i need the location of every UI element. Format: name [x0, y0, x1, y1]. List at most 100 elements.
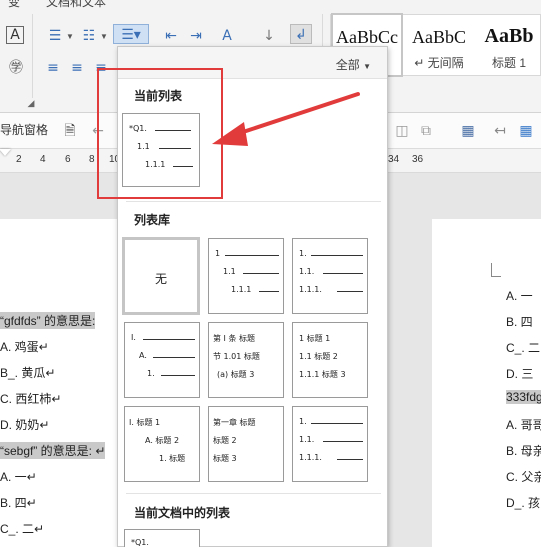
- tile-line: 第一章 标题: [213, 418, 256, 427]
- tile-rule: [311, 423, 363, 424]
- tile-line: 1.1.1.: [299, 285, 322, 294]
- doc-line[interactable]: D. 奶奶↵: [0, 416, 49, 433]
- grid-icon[interactable]: ▦: [516, 121, 536, 141]
- doc-line[interactable]: B. 四: [506, 313, 533, 330]
- doc-lists-title: 当前文档中的列表: [134, 506, 231, 520]
- doc-line[interactable]: “gfdfds” 的意思是:: [0, 312, 96, 329]
- list-tile[interactable]: 1. 1.1. 1.1.1.: [292, 406, 368, 482]
- show-marks-icon[interactable]: ↲: [290, 24, 312, 44]
- indent-marker[interactable]: [0, 149, 11, 156]
- shape-icon[interactable]: ◫: [392, 121, 412, 141]
- tile-line: 1.1 标题 2: [299, 352, 338, 361]
- char-border-icon[interactable]: A: [6, 26, 24, 44]
- tile-line: 节 1.01 标题: [213, 352, 260, 361]
- style-heading-1[interactable]: AaBb 标题 1: [477, 15, 541, 75]
- tab-fragment[interactable]: 变: [8, 0, 20, 10]
- align-left-icon[interactable]: ≡: [42, 58, 64, 78]
- increase-indent-icon[interactable]: ⇥: [185, 26, 207, 46]
- tile-rule: [259, 291, 279, 292]
- ruler-tick: 4: [40, 154, 46, 165]
- tile-rule: [311, 255, 363, 256]
- section-divider: [126, 201, 381, 202]
- ruler-tick: 6: [65, 154, 71, 165]
- list-tile[interactable]: I. A. 1.: [124, 322, 200, 398]
- decrease-indent-icon[interactable]: ⇤: [160, 26, 182, 46]
- doc-line[interactable]: “sebgf” 的意思是: ↵: [0, 442, 106, 459]
- align-center-icon[interactable]: ≡: [66, 58, 88, 78]
- tile-line: *Q1.: [131, 538, 149, 547]
- tile-line: 1: [215, 249, 221, 258]
- tile-line: 1. 标题: [159, 454, 186, 463]
- list-tile[interactable]: 1 标题 1 1.1 标题 2 1.1.1 标题 3: [292, 322, 368, 398]
- page-corner-mark: [491, 263, 501, 277]
- sort-icon[interactable]: ↓: [258, 26, 280, 46]
- tile-line: 1.1: [223, 267, 236, 276]
- tab-bar: 变 文档和文本: [0, 0, 541, 9]
- tile-rule: [143, 339, 195, 340]
- bullets-icon[interactable]: ☰: [44, 26, 66, 46]
- style-no-spacing[interactable]: AaBbC ↵ 无间隔: [405, 15, 473, 75]
- chevron-down-icon: ▼: [363, 62, 371, 71]
- tile-rule: [337, 291, 363, 292]
- tile-line: I.: [131, 333, 136, 342]
- table-icon[interactable]: ▦: [458, 121, 478, 141]
- doc-list-tile[interactable]: *Q1.: [124, 529, 200, 547]
- doc-line[interactable]: 333fdgf: [506, 390, 541, 404]
- tile-line: 1 标题 1: [299, 334, 331, 343]
- doc-line[interactable]: B. 四↵: [0, 494, 37, 511]
- chinese-layout-icon[interactable]: A: [216, 26, 238, 46]
- tile-line: A. 标题 2: [145, 436, 180, 445]
- document-page[interactable]: A. 一 B. 四 C_. 二 D. 三 333fdgf A. 哥哥 B. 母亲…: [432, 219, 541, 547]
- tile-line: 标题 2: [213, 436, 237, 445]
- list-tile[interactable]: I. 标题 1 A. 标题 2 1. 标题: [124, 406, 200, 482]
- tile-rule: [243, 273, 279, 274]
- tile-line: 1.1.: [299, 267, 315, 276]
- font-dialog-launcher-icon[interactable]: ◢: [20, 94, 42, 112]
- list-tile-none[interactable]: 无: [122, 237, 200, 315]
- doc-line[interactable]: A. 一: [506, 287, 533, 304]
- doc-line[interactable]: A. 鸡蛋↵: [0, 338, 49, 355]
- doc-line[interactable]: D_. 孩: [506, 494, 540, 511]
- tile-line: 第 I 条 标题: [213, 334, 255, 343]
- tile-line: 1.: [147, 369, 155, 378]
- tile-line: 1.1.1 标题 3: [299, 370, 346, 379]
- list-tile[interactable]: 1. 1.1. 1.1.1.: [292, 238, 368, 314]
- ruler-tick: 2: [16, 154, 22, 165]
- annotation-highlight-box: [97, 68, 223, 199]
- group-separator: [32, 14, 33, 98]
- doc-line[interactable]: C_. 二↵: [0, 520, 44, 537]
- tile-rule: [161, 375, 195, 376]
- section-divider: [126, 493, 381, 494]
- doc-line[interactable]: D. 三: [506, 365, 533, 382]
- document-page[interactable]: “gfdfds” 的意思是: A. 鸡蛋↵ B_. 黄瓜↵ C. 西红柿↵ D.…: [0, 219, 117, 547]
- list-tile[interactable]: 1 1.1 1.1.1: [208, 238, 284, 314]
- ruler-tick: 34: [388, 154, 400, 165]
- none-label: 无: [154, 272, 167, 286]
- multilevel-list-icon[interactable]: ☰▾: [113, 24, 149, 44]
- nav-pane-button[interactable]: 导航窗格: [0, 121, 48, 138]
- doc-line[interactable]: C_. 二: [506, 339, 540, 356]
- tab-fragment[interactable]: 文档和文本: [46, 0, 106, 10]
- tile-line: A.: [139, 351, 147, 360]
- numbering-icon[interactable]: ☷: [78, 26, 100, 46]
- doc-line[interactable]: C. 西红柿↵: [0, 390, 61, 407]
- doc-line[interactable]: B. 母亲: [506, 442, 541, 459]
- list-tile[interactable]: 第 I 条 标题 节 1.01 标题 (a) 标题 3: [208, 322, 284, 398]
- print-preview-icon[interactable]: 🗎: [60, 121, 80, 141]
- insert-icon[interactable]: ↤: [490, 121, 510, 141]
- style-sample: AaBb: [484, 25, 534, 47]
- doc-line[interactable]: A. 哥哥: [506, 416, 541, 433]
- style-name: ↵ 无间隔: [414, 56, 464, 70]
- chevron-down-icon[interactable]: ▼: [66, 32, 74, 41]
- copy-format-icon[interactable]: ⧉: [416, 121, 436, 141]
- tile-line: 1.1.: [299, 435, 315, 444]
- chevron-down-icon[interactable]: ▼: [100, 32, 108, 41]
- enclose-char-icon[interactable]: ㊫: [5, 58, 27, 78]
- filter-dropdown[interactable]: 全部 ▼: [336, 56, 371, 73]
- ruler-tick: 8: [89, 154, 95, 165]
- doc-line[interactable]: A. 一↵: [0, 468, 37, 485]
- list-tile[interactable]: 第一章 标题 标题 2 标题 3: [208, 406, 284, 482]
- style-sample: AaBbCc: [336, 27, 398, 47]
- doc-line[interactable]: C. 父亲: [506, 468, 541, 485]
- doc-line[interactable]: B_. 黄瓜↵: [0, 364, 55, 381]
